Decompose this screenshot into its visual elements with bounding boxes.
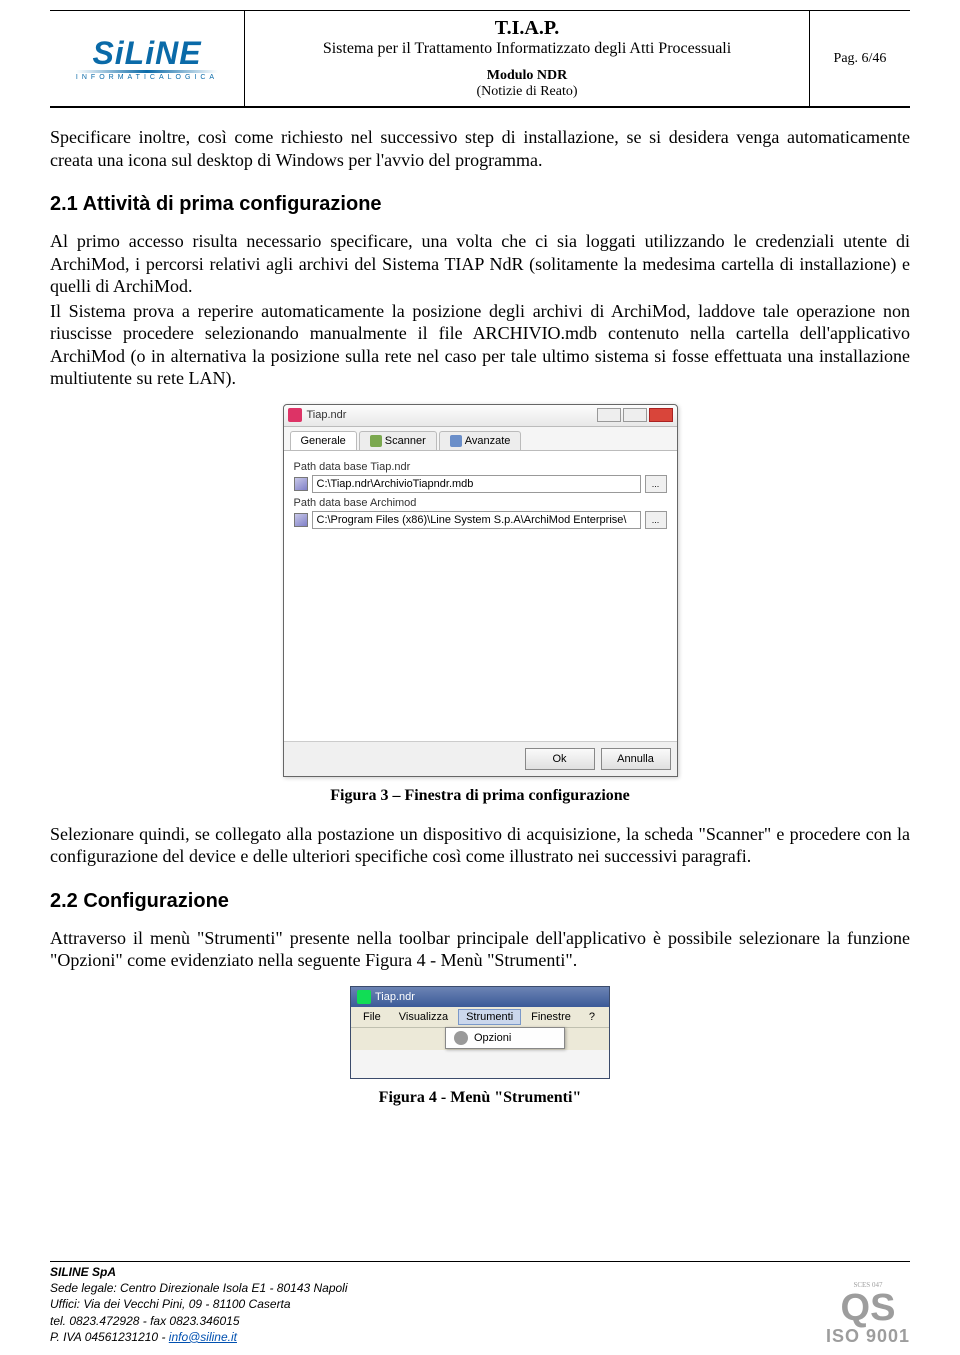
ok-button[interactable]: Ok (525, 748, 595, 770)
browse-archimod-button[interactable]: ... (645, 511, 667, 529)
tab-generale[interactable]: Generale (290, 431, 357, 450)
figure-3-caption: Figura 3 – Finestra di prima configurazi… (50, 787, 910, 805)
tab-generale-label: Generale (301, 435, 346, 447)
tab-scanner-label: Scanner (385, 435, 426, 447)
menu-visualizza[interactable]: Visualizza (391, 1009, 456, 1025)
menu-window-titlebar: Tiap.ndr (351, 987, 609, 1007)
document-footer: SILINE SpA Sede legale: Centro Direziona… (50, 1261, 910, 1345)
footer-text: SILINE SpA Sede legale: Centro Direziona… (50, 1264, 348, 1345)
config-dialog: Tiap.ndr Generale Scanner Avanzate Path … (283, 404, 678, 777)
paragraph-2-1-b: Il Sistema prova a reperire automaticame… (50, 300, 910, 390)
footer-piva: P. IVA 04561231210 - info@siline.it (50, 1329, 348, 1345)
figure-3: Tiap.ndr Generale Scanner Avanzate Path … (50, 404, 910, 777)
dialog-buttons: Ok Annulla (284, 741, 677, 776)
paragraph-2-1-c: Selezionare quindi, se collegato alla po… (50, 823, 910, 868)
doc-module-sub: (Notizie di Reato) (249, 84, 805, 100)
dialog-tabs: Generale Scanner Avanzate (284, 427, 677, 451)
gear-icon (454, 1031, 468, 1045)
db-icon (294, 477, 308, 491)
paragraph-2-2-a: Attraverso il menù "Strumenti" presente … (50, 927, 910, 972)
maximize-button[interactable] (623, 408, 647, 422)
footer-email-link[interactable]: info@siline.it (169, 1330, 237, 1344)
menu-help[interactable]: ? (581, 1009, 603, 1025)
document-header: SiLiNE INFORMATICALOGICA T.I.A.P. Sistem… (50, 10, 910, 108)
browse-tiap-button[interactable]: ... (645, 475, 667, 493)
paragraph-2-1-a: Al primo accesso risulta necessario spec… (50, 230, 910, 298)
doc-module: Modulo NDR (249, 68, 805, 84)
close-button[interactable] (649, 408, 673, 422)
path-tiap-label: Path data base Tiap.ndr (294, 461, 667, 473)
certification-logo: SCES 047 QS ISO 9001 (826, 1282, 910, 1345)
logo-tagline: INFORMATICALOGICA (76, 74, 218, 81)
footer-addr1: Sede legale: Centro Direzionale Isola E1… (50, 1280, 348, 1296)
figure-4-caption: Figura 4 - Menù "Strumenti" (50, 1089, 910, 1107)
menu-file[interactable]: File (355, 1009, 389, 1025)
tab-body: Path data base Tiap.ndr ... Path data ba… (284, 451, 677, 741)
menu-window: Tiap.ndr File Visualizza Strumenti Fines… (350, 986, 610, 1079)
menu-strumenti[interactable]: Strumenti (458, 1009, 521, 1025)
doc-acronym: T.I.A.P. (249, 17, 805, 40)
page-number: Pag. 6/46 (810, 10, 910, 107)
minimize-button[interactable] (597, 408, 621, 422)
figure-4: Tiap.ndr File Visualizza Strumenti Fines… (50, 986, 910, 1079)
dialog-title: Tiap.ndr (307, 409, 595, 421)
cert-iso: ISO 9001 (826, 1327, 910, 1345)
tab-avanzate[interactable]: Avanzate (439, 431, 522, 450)
advanced-icon (450, 435, 462, 447)
menubar: File Visualizza Strumenti Finestre ? (351, 1007, 609, 1028)
logo-cell: SiLiNE INFORMATICALOGICA (50, 10, 245, 107)
cert-qs: QS (826, 1289, 910, 1327)
strumenti-dropdown: Opzioni (445, 1027, 565, 1049)
menu-item-opzioni[interactable]: Opzioni (446, 1028, 564, 1048)
heading-2-1: 2.1 Attività di prima configurazione (50, 193, 910, 216)
tab-avanzate-label: Avanzate (465, 435, 511, 447)
footer-piva-label: P. IVA 04561231210 - (50, 1330, 169, 1344)
heading-2-2: 2.2 Configurazione (50, 890, 910, 913)
footer-tel: tel. 0823.472928 - fax 0823.346015 (50, 1313, 348, 1329)
menu-window-body (351, 1050, 609, 1078)
app-icon (288, 408, 302, 422)
paragraph-intro: Specificare inoltre, così come richiesto… (50, 126, 910, 171)
menu-window-title: Tiap.ndr (375, 991, 415, 1003)
footer-addr2: Uffici: Via dei Vecchi Pini, 09 - 81100 … (50, 1296, 348, 1312)
db-icon (294, 513, 308, 527)
path-archimod-input[interactable] (312, 511, 641, 529)
cancel-button[interactable]: Annulla (601, 748, 671, 770)
title-cell: T.I.A.P. Sistema per il Trattamento Info… (245, 10, 810, 107)
dialog-titlebar: Tiap.ndr (284, 405, 677, 427)
logo-text: SiLiNE (76, 37, 218, 69)
path-tiap-input[interactable] (312, 475, 641, 493)
doc-title: Sistema per il Trattamento Informatizzat… (249, 40, 805, 58)
scanner-icon (370, 435, 382, 447)
app-icon (357, 990, 371, 1004)
footer-company: SILINE SpA (50, 1264, 348, 1280)
menu-finestre[interactable]: Finestre (523, 1009, 579, 1025)
tab-scanner[interactable]: Scanner (359, 431, 437, 450)
menu-item-opzioni-label: Opzioni (474, 1032, 511, 1044)
path-archimod-label: Path data base Archimod (294, 497, 667, 509)
